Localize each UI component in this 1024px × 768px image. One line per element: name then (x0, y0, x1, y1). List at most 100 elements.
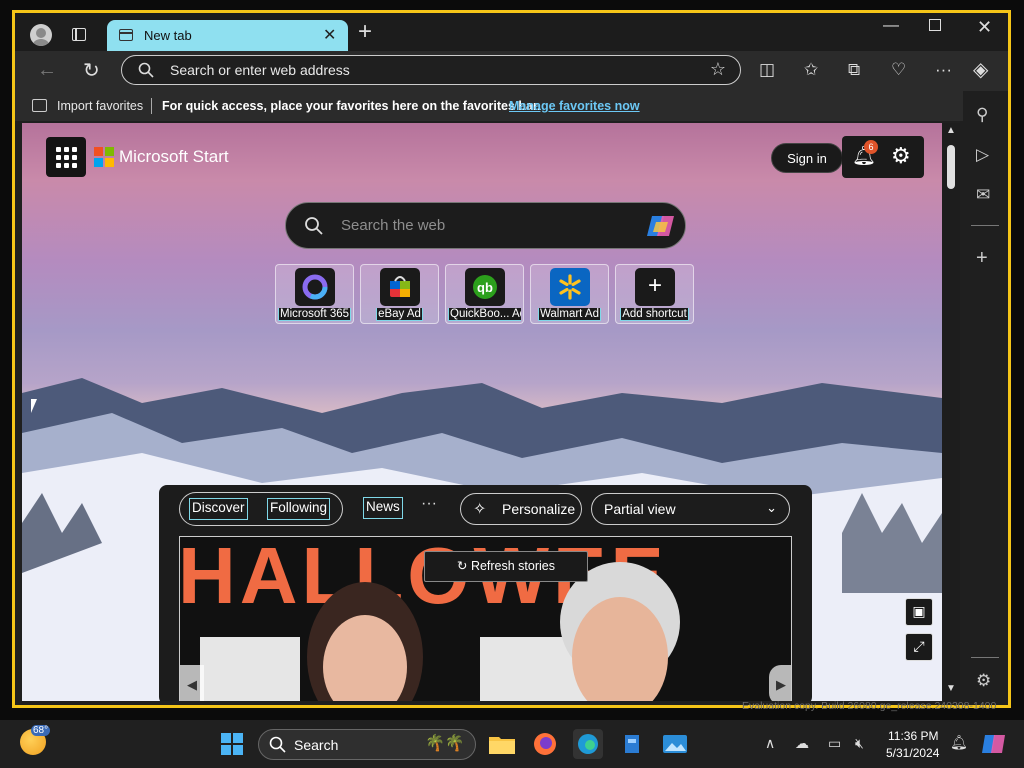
minimize-icon[interactable]: — (883, 17, 899, 35)
copilot-icon[interactable] (646, 214, 676, 238)
walmart-icon (550, 268, 590, 306)
navigation-toolbar: ← ↻ Search or enter web address ☆ ◫ ✩ ⧉ … (15, 51, 1008, 91)
profile-avatar-icon[interactable] (30, 24, 52, 46)
search-sidebar-icon[interactable]: ⚲ (976, 105, 988, 125)
photos-icon[interactable] (660, 729, 690, 759)
network-icon[interactable]: ▭ (828, 735, 841, 752)
microsoft-logo-icon (94, 147, 114, 167)
tab-news[interactable]: News (363, 497, 403, 519)
collections-icon[interactable]: ⧉ (848, 60, 860, 80)
windows-start-icon[interactable] (221, 733, 243, 755)
search-highlight-icon: 🌴🌴 (425, 735, 465, 752)
header-actions: 🔔︎ 6 ⚙ (842, 136, 924, 178)
tab-title: New tab (144, 28, 192, 43)
carousel-next-icon[interactable]: ▶ (769, 665, 791, 701)
refresh-stories-button[interactable]: ↻ Refresh stories (424, 551, 588, 582)
refresh-stories-label: Refresh stories (470, 559, 555, 573)
taskbar-search-box[interactable]: Search 🌴🌴 (258, 729, 476, 760)
evaluation-watermark: Evaluation copy. Build 26080.ge_release.… (742, 700, 997, 712)
notification-count-badge: 6 (864, 140, 878, 154)
sidebar-divider-bottom (971, 657, 999, 658)
browser-essentials-icon[interactable]: ♡ (891, 60, 906, 80)
outlook-icon[interactable]: ✉ (976, 185, 990, 205)
address-input[interactable]: Search or enter web address (170, 62, 350, 78)
scroll-thumb[interactable] (947, 145, 955, 189)
back-arrow-icon[interactable]: ← (37, 59, 57, 82)
favorite-star-icon[interactable]: ☆ (710, 59, 726, 80)
edge-icon[interactable] (573, 729, 603, 759)
add-shortcut-button[interactable]: + Add shortcut (615, 264, 694, 324)
browser-window: New tab ✕ + — ✕ ← ↻ Search or enter web … (12, 10, 1011, 708)
new-tab-favicon-icon (119, 29, 133, 41)
app-launcher-button[interactable] (46, 137, 86, 177)
close-window-icon[interactable]: ✕ (977, 17, 992, 38)
scroll-up-icon[interactable]: ▲ (946, 125, 956, 136)
more-options-icon[interactable]: ··· (935, 60, 952, 80)
carousel-prev-icon[interactable]: ◀ (180, 665, 204, 701)
top-story-card[interactable]: HALLOWEE ↻ Refresh stories ◀ ▶ (179, 536, 792, 701)
maximize-icon[interactable] (929, 19, 941, 31)
shortcut-quickbooks[interactable]: qb QuickBoo... Ad (445, 264, 524, 324)
personalize-label: Personalize (502, 501, 576, 517)
favorites-icon[interactable]: ✩ (804, 60, 818, 80)
more-feeds-icon[interactable]: ··· (421, 495, 437, 513)
copilot-sidebar-icon[interactable]: ◈ (973, 57, 988, 82)
clock-date[interactable]: 5/31/2024 (886, 746, 939, 760)
firefox-icon[interactable] (530, 729, 560, 759)
view-selected-value: Partial view (604, 501, 676, 517)
address-search-icon (138, 62, 154, 83)
scroll-down-icon[interactable]: ▼ (946, 683, 956, 694)
web-search-input[interactable]: Search the web (341, 217, 445, 234)
shortcut-ebay[interactable]: eBay Ad (360, 264, 439, 324)
copilot-taskbar-icon[interactable] (980, 729, 1010, 759)
new-tab-plus-icon[interactable]: + (358, 18, 372, 46)
sign-in-button[interactable]: Sign in (771, 143, 843, 173)
news-feed-panel: Discover Following News ··· ✧ Personaliz… (159, 485, 812, 701)
manage-favorites-link[interactable]: Manage favorites now (509, 99, 640, 113)
favorites-bar: Import favorites For quick access, place… (15, 91, 1008, 121)
app-settings-icon[interactable] (617, 729, 647, 759)
games-icon[interactable]: ▷ (976, 145, 989, 165)
shortcut-label: Walmart Ad (537, 308, 601, 321)
shortcut-microsoft-365[interactable]: Microsoft 365 (275, 264, 354, 324)
page-scrollbar[interactable]: ▲ ▼ (942, 123, 960, 701)
shortcut-walmart[interactable]: Walmart Ad (530, 264, 609, 324)
expand-icon[interactable]: ⤢ (905, 633, 933, 661)
web-search-box[interactable]: Search the web (285, 202, 686, 249)
volume-muted-icon[interactable]: 🔇︎ (855, 735, 864, 752)
brand-title[interactable]: Microsoft Start (119, 147, 229, 167)
quickbooks-icon: qb (465, 268, 505, 306)
tab-new-tab[interactable]: New tab ✕ (107, 20, 348, 51)
onedrive-icon[interactable]: ☁ (795, 735, 809, 752)
show-hidden-icons-chevron-icon[interactable]: ∧ (765, 735, 775, 752)
web-search-icon (304, 216, 324, 241)
tab-bar: New tab ✕ + — ✕ (15, 13, 1008, 51)
chevron-down-icon: ⌄ (766, 500, 777, 515)
sidebar-settings-icon[interactable]: ⚙ (976, 671, 991, 691)
notification-center-bell-icon[interactable]: 🔔︎ (950, 734, 968, 751)
personalize-button[interactable]: ✧ Personalize (460, 493, 582, 525)
file-explorer-icon[interactable] (487, 729, 517, 759)
split-screen-icon[interactable]: ◫ (759, 60, 775, 80)
shortcut-label: eBay Ad (376, 308, 423, 321)
tab-following[interactable]: Following (267, 498, 331, 520)
tab-close-icon[interactable]: ✕ (323, 25, 336, 45)
svg-text:qb: qb (477, 280, 493, 295)
import-favorites-button[interactable]: Import favorites (57, 99, 143, 113)
background-image-icon[interactable]: ▣ (905, 598, 933, 626)
clock-time[interactable]: 11:36 PM (888, 729, 938, 743)
personalize-star-icon: ✧ (473, 501, 487, 518)
view-dropdown[interactable]: Partial view ⌄ (591, 493, 790, 525)
shortcut-label: Add shortcut (620, 308, 689, 321)
add-sidebar-app-icon[interactable]: + (976, 247, 988, 270)
tab-discover[interactable]: Discover (189, 498, 248, 520)
weather-temperature: 68° (31, 725, 51, 736)
address-bar[interactable]: Search or enter web address ☆ (121, 55, 741, 85)
refresh-icon[interactable]: ↻ (83, 58, 100, 83)
microsoft365-icon (295, 268, 335, 306)
favorites-divider (151, 98, 152, 114)
page-settings-gear-icon[interactable]: ⚙ (891, 143, 911, 169)
mouse-pointer-icon (31, 399, 43, 413)
tab-actions-icon[interactable] (72, 28, 86, 41)
feed-tab-group: Discover Following (179, 492, 343, 526)
